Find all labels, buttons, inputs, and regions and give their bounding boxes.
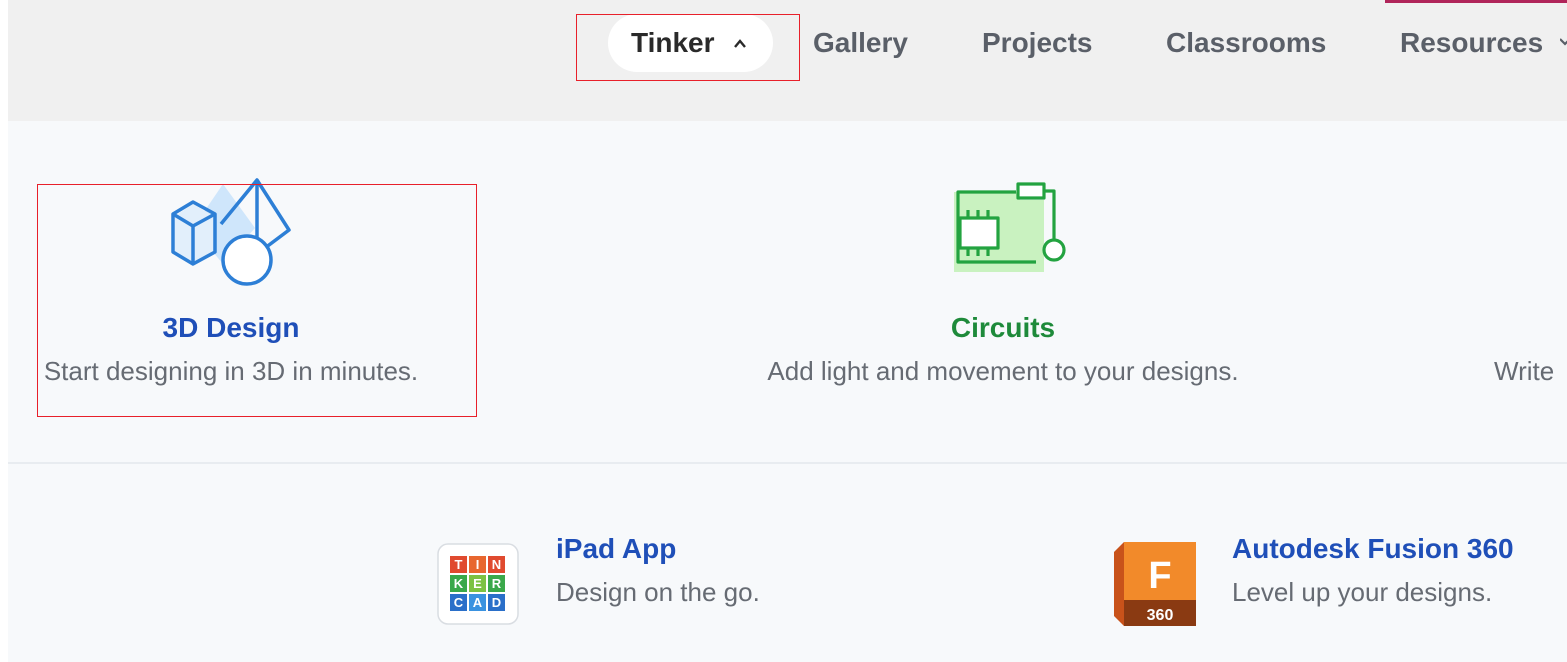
logo-letter: C [454, 595, 464, 610]
chevron-down-icon [1560, 38, 1567, 46]
card-circuits-title[interactable]: Circuits [951, 312, 1055, 344]
3d-shapes-icon [165, 176, 295, 288]
logo-letter: T [455, 557, 463, 572]
logo-letter: N [492, 557, 501, 572]
ipad-app-title[interactable]: iPad App [556, 533, 676, 565]
nav-item-gallery[interactable]: Gallery [813, 14, 908, 72]
nav-item-tinker-label: Tinker [631, 27, 715, 58]
fusion-logo-letter: F [1148, 555, 1171, 597]
fusion-logo-badge: 360 [1147, 607, 1174, 624]
logo-letter: R [492, 576, 502, 591]
card-3d-design-title[interactable]: 3D Design [163, 312, 300, 344]
top-accent-line [1385, 0, 1567, 3]
card-codeblocks-description: Write [1494, 356, 1555, 386]
card-3d-design-description: Start designing in 3D in minutes. [43, 356, 419, 386]
fusion-360-icon[interactable]: F 360 [1112, 540, 1198, 630]
logo-letter: D [492, 595, 501, 610]
circuit-board-icon [946, 180, 1072, 280]
logo-letter: K [454, 576, 464, 591]
fusion-360-description: Level up your designs. [1232, 577, 1493, 607]
top-nav-bar [8, 0, 1567, 121]
panel-divider [8, 462, 1567, 464]
ipad-app-description: Design on the go. [556, 577, 760, 607]
logo-letter: A [473, 595, 483, 610]
nav-item-classrooms[interactable]: Classrooms [1166, 14, 1326, 72]
logo-letter: I [476, 557, 480, 572]
logo-letter: E [473, 576, 482, 591]
nav-item-tinker[interactable]: Tinker [608, 14, 773, 72]
tinkercad-logo-icon[interactable]: T I N K E R C A D [437, 543, 519, 625]
nav-item-resources[interactable]: Resources [1400, 14, 1543, 72]
fusion-360-title[interactable]: Autodesk Fusion 360 [1232, 533, 1514, 565]
card-circuits-description: Add light and movement to your designs. [767, 356, 1239, 386]
nav-item-projects[interactable]: Projects [982, 14, 1093, 72]
chevron-up-icon [734, 39, 746, 48]
